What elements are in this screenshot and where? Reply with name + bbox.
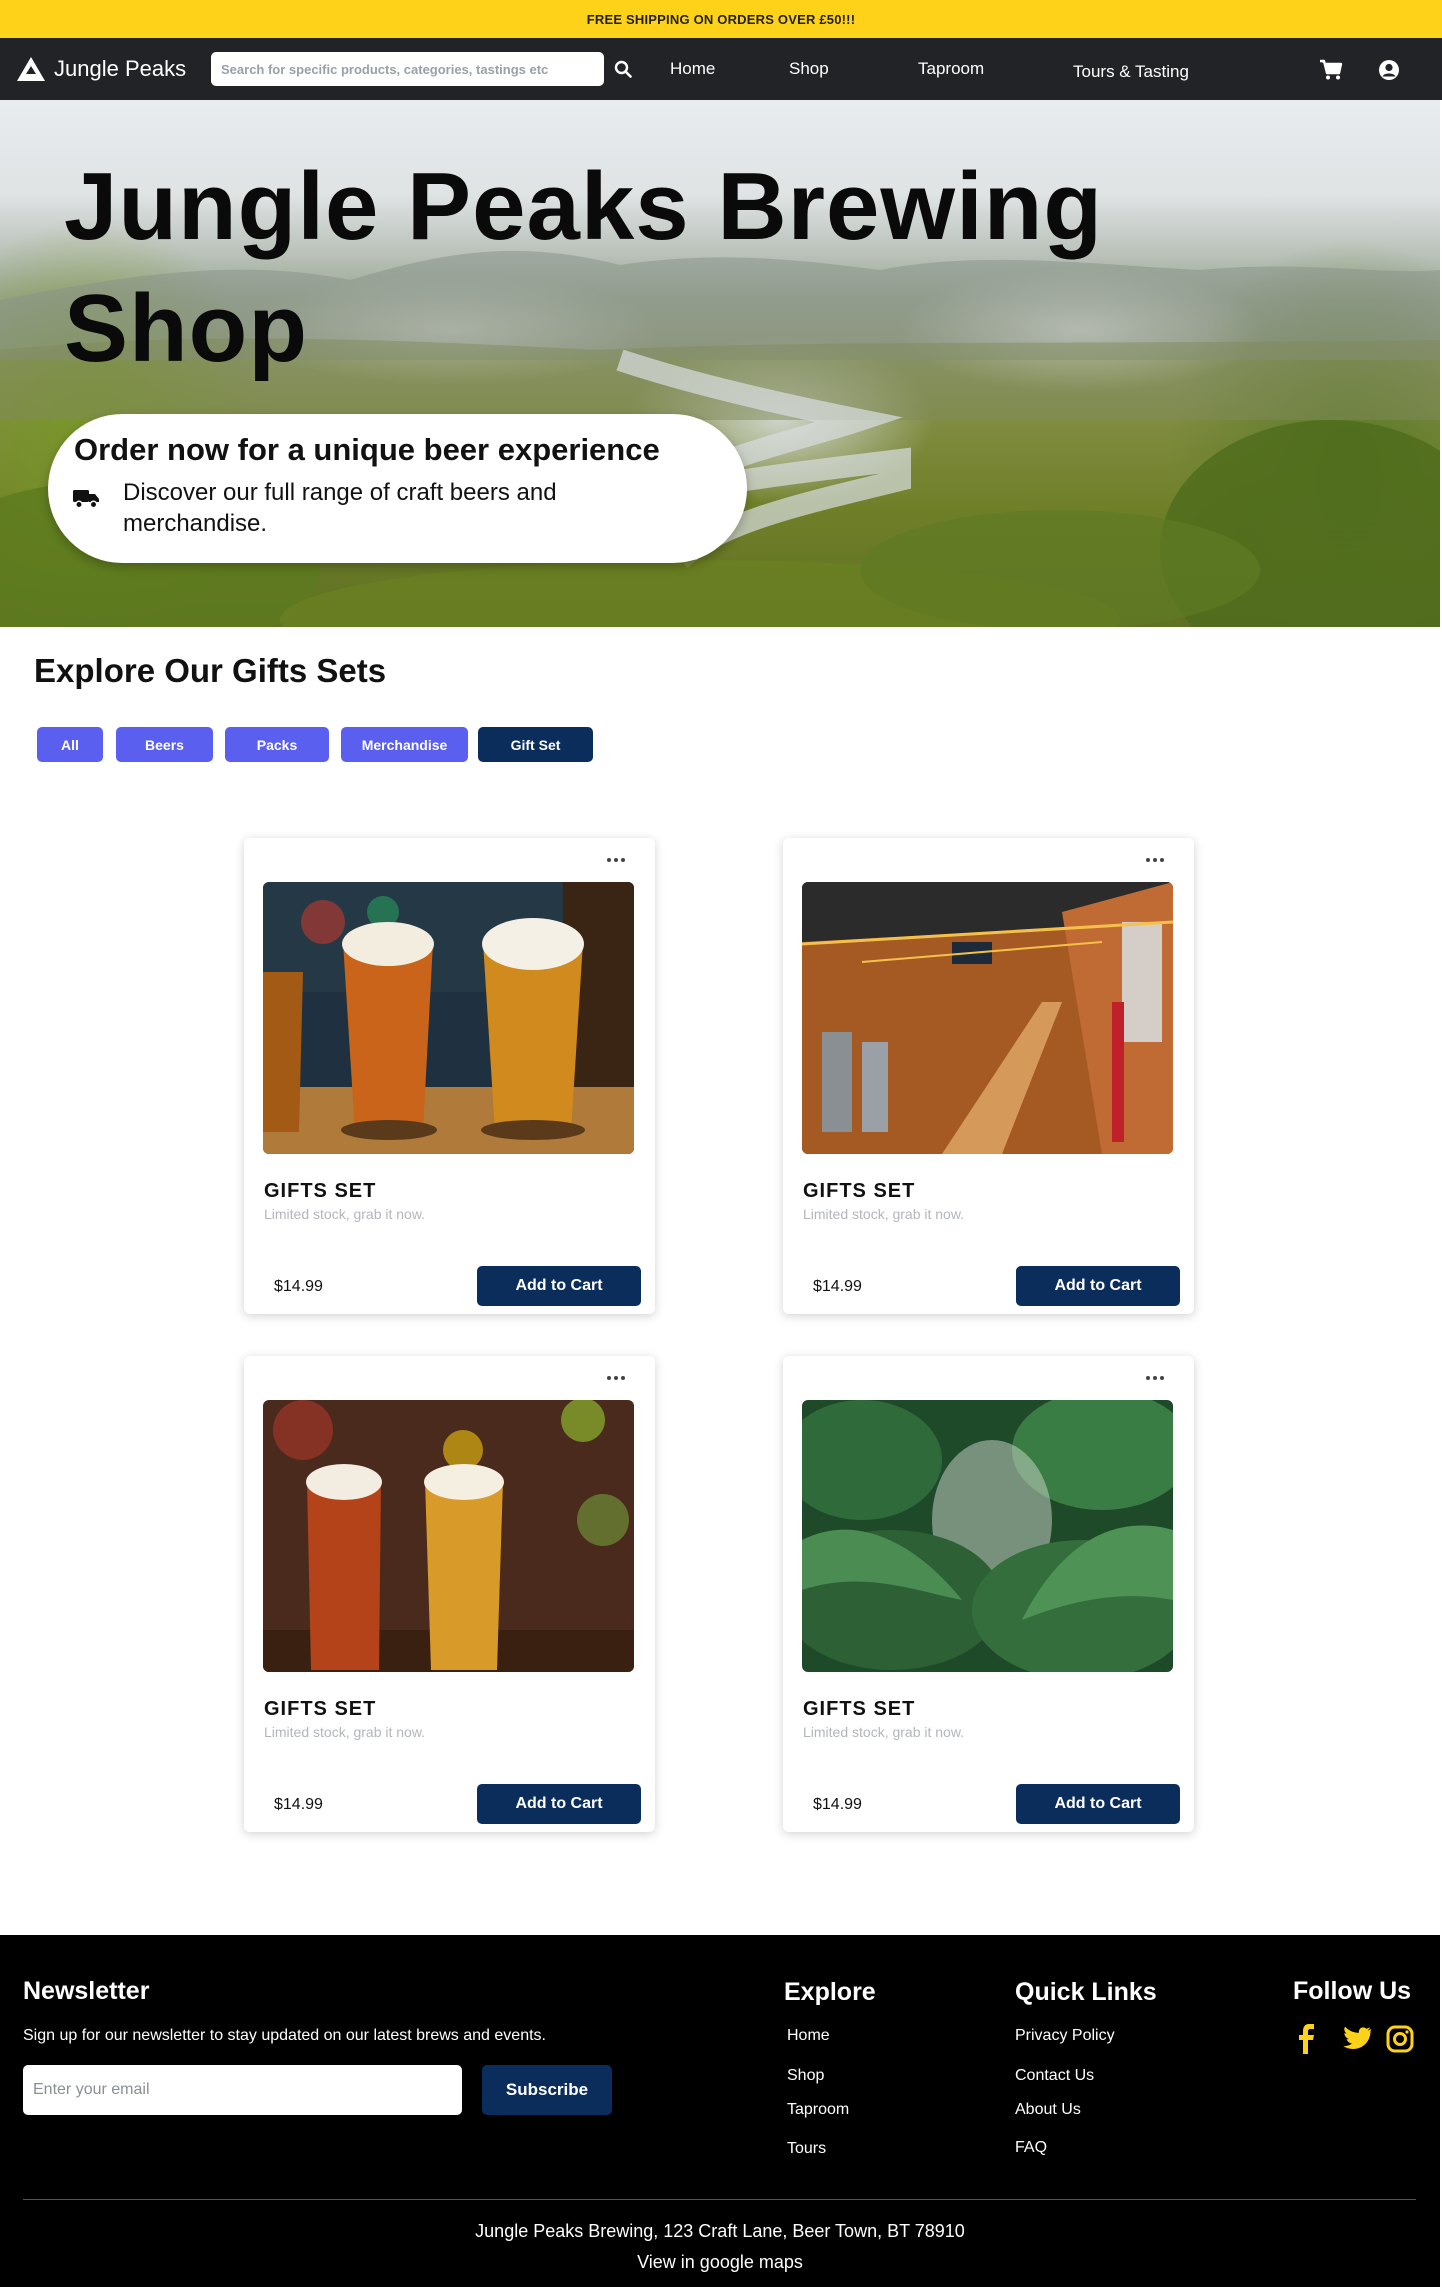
search-icon[interactable] — [611, 56, 635, 82]
product-card: GIFTS SET Limited stock, grab it now. $1… — [783, 838, 1194, 1314]
top-navbar: Jungle Peaks Home Shop Taproom Tours & T… — [0, 38, 1442, 100]
product-subtitle: Limited stock, grab it now. — [803, 1206, 965, 1222]
twitter-icon[interactable] — [1340, 2023, 1372, 2055]
hero-promo-title: Order now for a unique beer experience — [74, 432, 660, 467]
cart-icon[interactable] — [1318, 57, 1344, 83]
footer-link-faq[interactable]: FAQ — [1015, 2139, 1047, 2157]
filter-merchandise[interactable]: Merchandise — [341, 727, 468, 762]
product-subtitle: Limited stock, grab it now. — [803, 1724, 965, 1740]
hero-banner: Jungle Peaks Brewing Shop Order now for … — [0, 100, 1440, 627]
filter-beers[interactable]: Beers — [116, 727, 213, 762]
more-options-icon[interactable] — [1144, 852, 1166, 868]
footer-divider — [23, 2199, 1416, 2200]
promo-banner: FREE SHIPPING ON ORDERS OVER £50!!! — [0, 0, 1442, 38]
product-price: $14.99 — [813, 1278, 862, 1295]
footer-link-contact[interactable]: Contact Us — [1015, 2067, 1094, 2085]
product-card: GIFTS SET Limited stock, grab it now. $1… — [244, 1356, 655, 1832]
user-icon[interactable] — [1376, 57, 1402, 83]
more-options-icon[interactable] — [605, 852, 627, 868]
product-card: GIFTS SET Limited stock, grab it now. $1… — [783, 1356, 1194, 1832]
truck-icon — [73, 490, 99, 509]
product-image-taproom — [802, 882, 1173, 1154]
google-maps-link[interactable]: View in google maps — [0, 2252, 1440, 2273]
product-image-beer-flight — [263, 882, 634, 1154]
gifts-section-title: Explore Our Gifts Sets — [34, 652, 387, 689]
add-to-cart-button[interactable]: Add to Cart — [477, 1266, 641, 1306]
instagram-icon[interactable] — [1384, 2023, 1416, 2055]
more-options-icon[interactable] — [605, 1370, 627, 1386]
nav-home[interactable]: Home — [670, 38, 715, 100]
newsletter-text: Sign up for our newsletter to stay updat… — [23, 2027, 546, 2044]
quick-links-title: Quick Links — [1015, 1978, 1157, 2006]
nav-shop[interactable]: Shop — [789, 38, 829, 100]
footer-address: Jungle Peaks Brewing, 123 Craft Lane, Be… — [475, 2221, 965, 2241]
product-price: $14.99 — [813, 1796, 862, 1813]
subscribe-button[interactable]: Subscribe — [482, 2065, 612, 2115]
footer-link-taproom[interactable]: Taproom — [787, 2101, 849, 2119]
hero-title: Jungle Peaks Brewing Shop — [64, 153, 1104, 382]
mountain-icon — [17, 57, 45, 81]
add-to-cart-button[interactable]: Add to Cart — [1016, 1266, 1180, 1306]
hero-promo-card: Order now for a unique beer experience D… — [48, 414, 747, 563]
hero-promo-text: Discover our full range of craft beers a… — [123, 479, 557, 537]
search-input[interactable] — [211, 52, 604, 86]
newsletter-email-input[interactable] — [23, 2065, 462, 2115]
product-card: GIFTS SET Limited stock, grab it now. $1… — [244, 838, 655, 1314]
facebook-icon[interactable] — [1291, 2023, 1323, 2055]
nav-taproom[interactable]: Taproom — [918, 38, 984, 100]
footer-link-home[interactable]: Home — [787, 2027, 830, 2045]
filter-gift-set[interactable]: Gift Set — [478, 727, 593, 762]
footer-link-shop[interactable]: Shop — [787, 2067, 824, 2085]
product-title: GIFTS SET — [803, 1180, 916, 1202]
add-to-cart-button[interactable]: Add to Cart — [477, 1784, 641, 1824]
brand-name: Jungle Peaks — [54, 56, 187, 81]
newsletter-title: Newsletter — [23, 1977, 150, 2005]
product-image-two-pints — [263, 1400, 634, 1672]
nav-tours-tasting[interactable]: Tours & Tasting — [1073, 41, 1189, 103]
brand-logo[interactable]: Jungle Peaks — [16, 38, 186, 100]
footer-link-tours[interactable]: Tours — [787, 2140, 826, 2158]
footer-link-about[interactable]: About Us — [1015, 2101, 1081, 2119]
add-to-cart-button[interactable]: Add to Cart — [1016, 1784, 1180, 1824]
product-price: $14.99 — [274, 1796, 323, 1813]
filter-all[interactable]: All — [37, 727, 103, 762]
follow-us-title: Follow Us — [1293, 1977, 1412, 2005]
explore-title: Explore — [784, 1978, 876, 2006]
site-footer: Newsletter Sign up for our newsletter to… — [0, 1935, 1440, 2287]
product-subtitle: Limited stock, grab it now. — [264, 1724, 426, 1740]
more-options-icon[interactable] — [1144, 1370, 1166, 1386]
product-price: $14.99 — [274, 1278, 323, 1295]
product-image-jungle — [802, 1400, 1173, 1672]
filter-packs[interactable]: Packs — [225, 727, 329, 762]
product-title: GIFTS SET — [803, 1698, 916, 1720]
product-subtitle: Limited stock, grab it now. — [264, 1206, 426, 1222]
product-title: GIFTS SET — [264, 1698, 377, 1720]
footer-link-privacy[interactable]: Privacy Policy — [1015, 2027, 1115, 2045]
product-title: GIFTS SET — [264, 1180, 377, 1202]
